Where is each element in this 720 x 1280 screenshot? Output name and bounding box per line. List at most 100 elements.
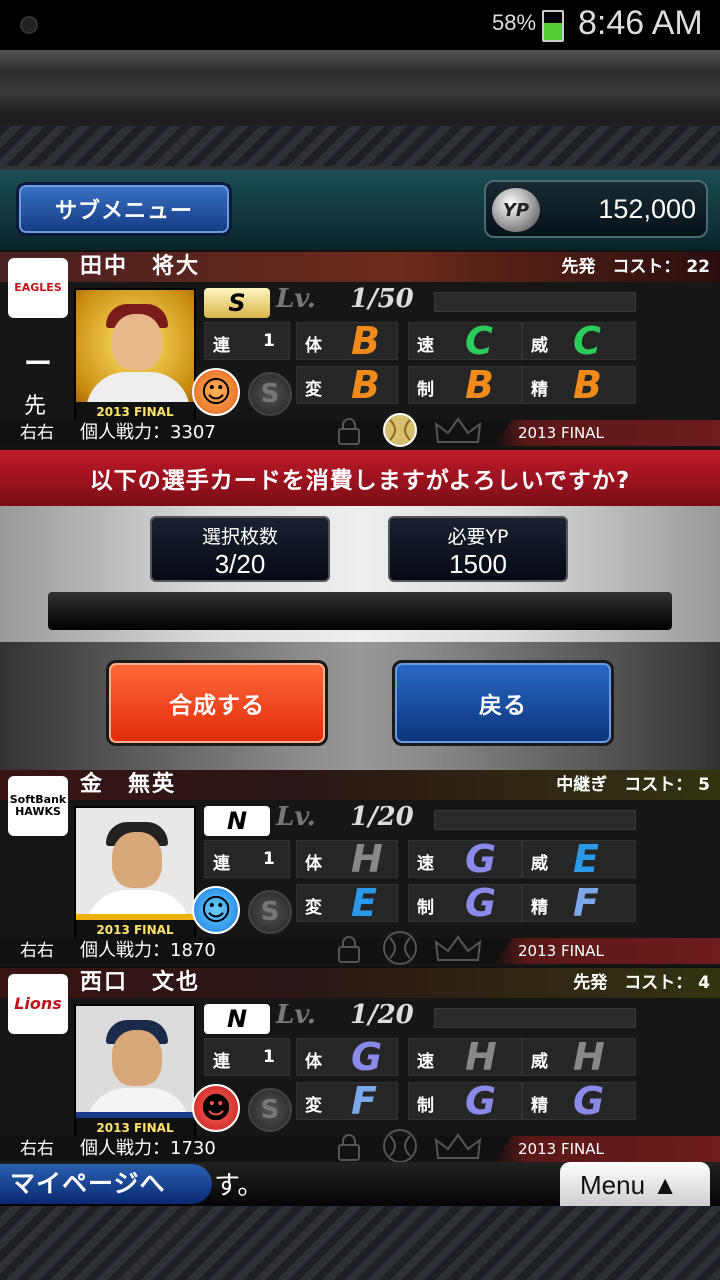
level-label: Lv.	[276, 284, 316, 314]
mypage-button[interactable]: マイページへ	[0, 1164, 212, 1204]
rank-badge: N	[204, 806, 270, 836]
ball-icon	[383, 931, 417, 965]
stat-box: 精G	[522, 1081, 636, 1121]
stat-box: 制B	[408, 365, 522, 405]
battery-percent: 58%	[492, 10, 537, 35]
stat-box: 精F	[522, 883, 636, 923]
yp-balance: YP 152,000	[484, 180, 708, 238]
edition-label: 2013 FINAL	[494, 420, 720, 446]
player-photo: 2013 FINAL	[74, 1004, 196, 1140]
player-name: 西口 文也	[80, 970, 201, 995]
skill-badge-icon: S	[248, 890, 292, 934]
player-photo: 2013 FINAL	[74, 806, 196, 942]
handedness: 右右	[20, 1139, 54, 1159]
condition-face-icon: ☺	[192, 886, 240, 934]
team-logo-hawks: SoftBank HAWKS	[8, 776, 68, 836]
edition-label: 2013 FINAL	[494, 1136, 720, 1162]
skill-badge-icon: S	[248, 372, 292, 416]
player-name: 田中 将大	[80, 254, 201, 279]
submenu-button[interactable]: サブメニュー	[16, 182, 232, 236]
stat-box: 変E	[296, 883, 398, 923]
power-value: 個人戦力：1870	[80, 940, 216, 961]
lock-icon[interactable]	[334, 934, 364, 964]
stripe-decoration	[0, 126, 720, 166]
yp-coin-icon: YP	[492, 188, 540, 232]
yp-value: 152,000	[598, 194, 696, 224]
stat-box: 変F	[296, 1081, 398, 1121]
selected-count-title: 選択枚数	[201, 526, 278, 548]
power-value: 個人戦力：1730	[80, 1138, 216, 1159]
team-logo-eagles: EAGLES	[8, 258, 68, 318]
stat-box: 威C	[522, 321, 636, 361]
stat-box: 体H	[296, 839, 398, 879]
player-photo: 2013 FINAL	[74, 288, 196, 424]
card-side-label: 先	[24, 394, 47, 419]
news-ticker: す。	[214, 1171, 264, 1201]
card-footer: 右右 個人戦力：1870 2013 FINAL	[0, 931, 720, 965]
exp-bar	[434, 1008, 636, 1028]
rank-badge: S	[204, 288, 270, 318]
level-label: Lv.	[276, 802, 316, 832]
stat-box: 体B	[296, 321, 398, 361]
confirm-message: 以下の選手カードを消費しますがよろしいですか?	[0, 450, 720, 506]
handedness: 右右	[20, 941, 54, 961]
card-footer: 右右 個人戦力：3307 2013 FINAL	[0, 413, 720, 447]
stat-box: 速C	[408, 321, 522, 361]
battery-icon	[542, 10, 564, 42]
stat-box: 速G	[408, 839, 522, 879]
status-bar: 58% 8:46 AM	[0, 0, 720, 50]
combine-button[interactable]: 合成する	[106, 660, 328, 746]
stat-box: 連1	[204, 1038, 290, 1076]
selected-count-box: 選択枚数 3/20	[150, 516, 330, 582]
level-label: Lv.	[276, 1000, 316, 1030]
level-value: 1/20	[350, 802, 414, 832]
player-card-nishiguchi[interactable]: 西口 文也 先発 コスト： 4 Lions 2013 FINAL ☻ S N L…	[0, 968, 720, 1163]
handedness: 右右	[20, 423, 54, 443]
ball-icon	[383, 413, 417, 447]
power-value: 個人戦力：3307	[80, 422, 216, 443]
card-header: 田中 将大 先発 コスト： 22	[0, 252, 720, 282]
stat-box: 連1	[204, 322, 290, 360]
required-yp-box: 必要YP 1500	[388, 516, 568, 582]
selected-count-value: 3/20	[214, 549, 266, 579]
stat-box: 制G	[408, 1081, 522, 1121]
required-yp-title: 必要YP	[447, 526, 509, 548]
player-name: 金 無英	[80, 772, 177, 797]
player-card-kim[interactable]: 金 無英 中継ぎ コスト： 5 SoftBank HAWKS 2013 FINA…	[0, 770, 720, 966]
crown-icon	[434, 1133, 482, 1159]
clock: 8:46 AM	[578, 4, 703, 42]
exp-bar	[434, 292, 636, 312]
crown-icon	[434, 417, 482, 443]
player-position-cost: 中継ぎ コスト： 5	[556, 775, 710, 795]
card-header: 西口 文也 先発 コスト： 4	[0, 968, 720, 998]
skill-badge-icon: S	[248, 1088, 292, 1132]
stat-box: 威E	[522, 839, 636, 879]
stripe-decoration	[0, 1206, 720, 1280]
camera-icon	[20, 16, 38, 34]
required-yp-value: 1500	[449, 549, 507, 579]
level-value: 1/50	[350, 284, 414, 314]
exp-bar	[434, 810, 636, 830]
card-footer: 右右 個人戦力：1730 2013 FINAL	[0, 1129, 720, 1163]
stat-box: 体G	[296, 1037, 398, 1077]
stat-box: 制G	[408, 883, 522, 923]
card-side-mark: ー	[24, 347, 53, 380]
lock-icon[interactable]	[334, 1132, 364, 1162]
lock-icon[interactable]	[334, 416, 364, 446]
stat-box: 変B	[296, 365, 398, 405]
ball-icon	[383, 1129, 417, 1163]
edition-label: 2013 FINAL	[494, 938, 720, 964]
condition-face-icon: ☻	[192, 1084, 240, 1132]
player-position-cost: 先発 コスト： 4	[573, 973, 710, 993]
stat-box: 連1	[204, 840, 290, 878]
crown-icon	[434, 935, 482, 961]
stat-box: 精B	[522, 365, 636, 405]
menu-button[interactable]: Menu ▲	[560, 1162, 710, 1208]
back-button[interactable]: 戻る	[392, 660, 614, 746]
level-value: 1/20	[350, 1000, 414, 1030]
player-card-tanaka[interactable]: 田中 将大 先発 コスト： 22 EAGLES ー 先 2013 FINAL ☺…	[0, 252, 720, 448]
rank-badge: N	[204, 1004, 270, 1034]
condition-face-icon: ☺	[192, 368, 240, 416]
player-position-cost: 先発 コスト： 22	[561, 257, 710, 277]
message-bar	[48, 592, 672, 630]
